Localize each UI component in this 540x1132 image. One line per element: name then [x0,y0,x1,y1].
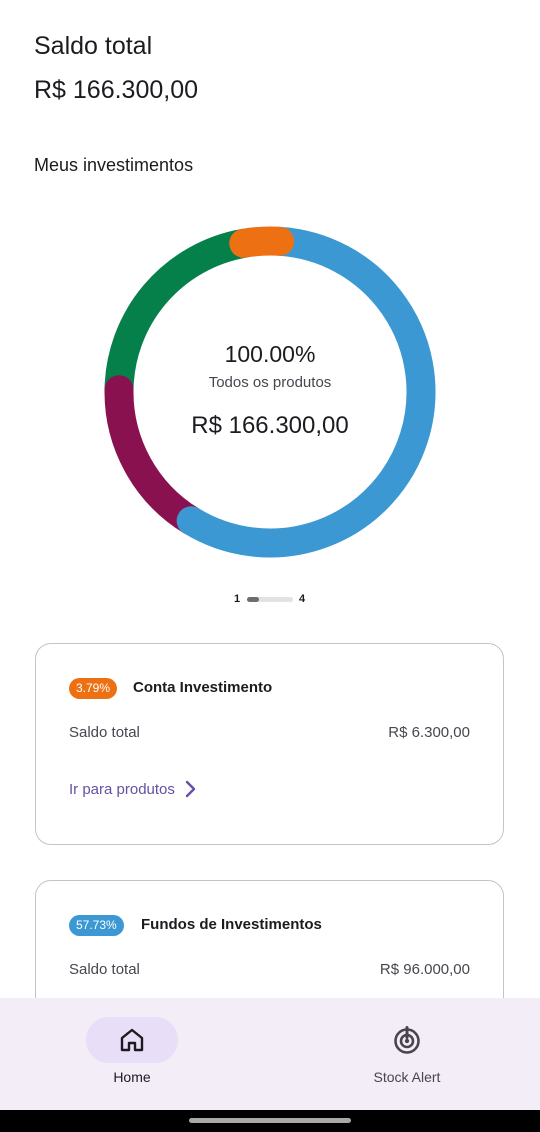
chart-pager[interactable]: 1 4 [0,593,540,607]
nav-item-home[interactable]: Home [52,998,212,1110]
pager-progress [247,597,259,602]
go-to-products-link[interactable]: Ir para produtos [69,780,197,798]
card-balance-label: Saldo total [69,724,140,741]
investments-section-title: Meus investimentos [34,155,194,175]
donut-center-caption: Todos os produtos [208,374,332,391]
nav-label-stock-alert: Stock Alert [373,1069,441,1085]
investments-donut-chart[interactable]: 100.00% Todos os produtos R$ 166.300,00 [100,222,440,562]
go-to-products-label: Ir para produtos [69,780,175,798]
investment-card-conta[interactable]: 3.79% Conta Investimento Saldo total R$ … [35,643,504,845]
nav-item-stock-alert[interactable]: Stock Alert [327,998,487,1110]
card-title: Fundos de Investimentos [141,916,322,933]
card-balance-value: R$ 6.300,00 [388,724,470,741]
chevron-right-icon [185,780,196,798]
nav-label-home: Home [113,1069,151,1085]
gesture-handle[interactable] [189,1118,351,1123]
pager-start-label: 1 [234,593,241,605]
percentage-badge: 57.73% [69,915,124,936]
donut-center-percent: 100.00% [224,341,316,367]
percentage-badge: 3.79% [69,678,118,699]
card-title: Conta Investimento [133,679,273,696]
home-icon [120,1028,144,1052]
bottom-navigation: Home Stock Alert [0,998,540,1110]
card-balance-label: Saldo total [69,961,140,978]
donut-center-total: R$ 166.300,00 [191,412,349,439]
total-balance-value: R$ 166.300,00 [34,76,199,104]
system-navigation-bar [0,1110,540,1132]
total-balance-label: Saldo total [34,32,153,60]
card-balance-value: R$ 96.000,00 [379,961,470,978]
donut-center: 100.00% Todos os produtos R$ 166.300,00 [100,222,440,562]
stock-alert-icon [394,1026,420,1054]
pager-track [247,597,293,602]
pager-end-label: 4 [299,593,306,605]
